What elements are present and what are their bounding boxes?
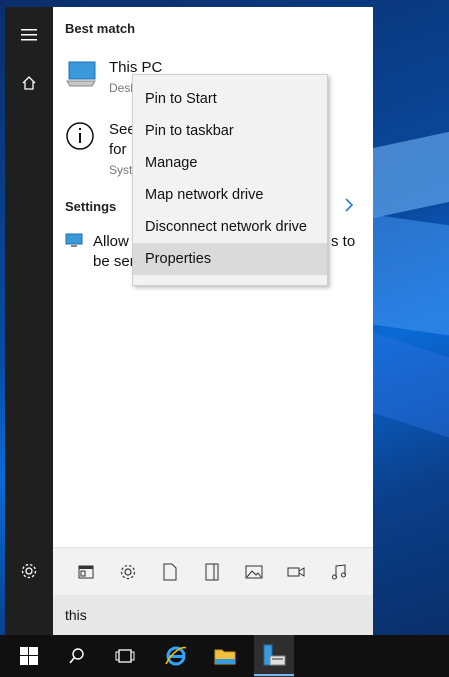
info-result-line2: for [109, 141, 127, 158]
music-filter-icon[interactable] [329, 562, 349, 582]
settings-result-line2: be ser [93, 253, 135, 270]
task-view-button[interactable] [101, 635, 149, 677]
search-input[interactable]: this [53, 595, 373, 635]
chevron-right-icon [345, 198, 354, 212]
settings-filter-icon[interactable] [118, 562, 138, 582]
menu-item-map-network-drive[interactable]: Map network drive [133, 179, 327, 211]
hamburger-icon [21, 29, 37, 41]
server-manager-icon [263, 644, 286, 666]
info-icon [66, 122, 94, 150]
documents-filter-icon[interactable] [160, 562, 180, 582]
active-app-underline [254, 674, 294, 676]
folder-icon [214, 649, 236, 665]
monitor-settings-icon [65, 233, 83, 247]
folders-filter-icon[interactable] [202, 562, 222, 582]
settings-button[interactable] [5, 547, 53, 595]
search-button[interactable] [53, 635, 101, 677]
menu-item-properties[interactable]: Properties [133, 243, 327, 275]
windows-logo-icon [20, 647, 38, 665]
task-view-icon [115, 649, 135, 663]
computer-icon [66, 61, 96, 87]
start-rail [5, 7, 53, 635]
home-button[interactable] [5, 59, 53, 107]
apps-filter-icon[interactable] [76, 562, 96, 582]
search-query-text: this [65, 607, 87, 623]
settings-result-line1-suffix: s to [331, 233, 356, 250]
gear-icon [21, 563, 37, 579]
internet-explorer-button[interactable] [152, 635, 200, 677]
menu-item-manage[interactable]: Manage [133, 147, 327, 179]
menu-button[interactable] [5, 11, 53, 59]
settings-heading: Settings [65, 199, 117, 214]
taskbar [0, 635, 449, 677]
menu-item-pin-to-start[interactable]: Pin to Start [133, 83, 327, 115]
videos-filter-icon[interactable] [286, 562, 306, 582]
search-icon [69, 648, 84, 664]
photos-filter-icon[interactable] [244, 562, 264, 582]
home-icon [22, 76, 36, 90]
server-manager-button[interactable] [250, 635, 298, 677]
info-result-subtitle: Syst [109, 163, 133, 177]
internet-explorer-icon [165, 646, 187, 666]
menu-item-pin-to-taskbar[interactable]: Pin to taskbar [133, 115, 327, 147]
menu-item-disconnect-network-drive[interactable]: Disconnect network drive [133, 211, 327, 243]
wallpaper-light-beam [373, 214, 449, 336]
settings-result-line1-prefix: Allow [93, 233, 129, 250]
context-menu: Pin to Start Pin to taskbar Manage Map n… [132, 74, 328, 286]
best-match-heading: Best match [65, 21, 136, 36]
settings-expand-arrow[interactable] [343, 197, 363, 217]
file-explorer-button[interactable] [201, 635, 249, 677]
start-button[interactable] [5, 635, 53, 677]
search-filter-bar [53, 547, 373, 596]
